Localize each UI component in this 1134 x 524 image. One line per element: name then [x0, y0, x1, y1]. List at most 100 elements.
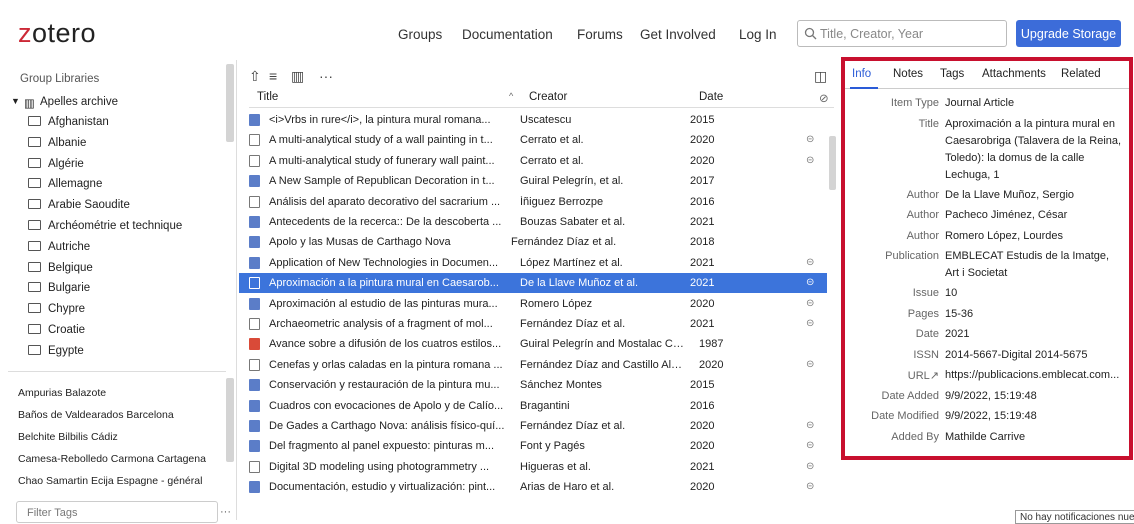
library-view-icon[interactable]: ▥ — [291, 68, 304, 85]
item-row[interactable]: A multi-analytical study of funerary wal… — [239, 151, 827, 171]
tag-line[interactable]: Baños de Valdearados Barcelona — [18, 409, 174, 421]
collections-scrollbar[interactable] — [226, 64, 234, 142]
item-row[interactable]: <i>Vrbs in rure</i>, la pintura mural ro… — [239, 110, 827, 130]
attachment-icon[interactable]: ⊝ — [806, 155, 814, 166]
item-date: 2021 — [690, 460, 715, 473]
zotero-logo[interactable]: zotero — [18, 18, 96, 49]
tag-line[interactable]: Belchite Bilbilis Cádiz — [18, 431, 118, 443]
more-icon[interactable]: ··· — [319, 68, 333, 84]
item-title: A multi-analytical study of a wall paint… — [269, 134, 493, 147]
item-row[interactable]: Antecedents de la recerca:: De la descob… — [239, 212, 827, 232]
item-row[interactable]: Del fragmento al panel expuesto: pintura… — [239, 436, 827, 456]
journal-article-icon — [249, 297, 260, 310]
search-input[interactable]: Title, Creator, Year — [797, 20, 1007, 47]
item-row[interactable]: Apolo y las Musas de Carthago Nova Fernán… — [239, 232, 827, 252]
item-row[interactable]: Documentación, estudio y virtualización:… — [239, 477, 827, 497]
collection-label: Allemagne — [48, 178, 103, 191]
item-date: 2021 — [690, 277, 715, 290]
items-scrollbar[interactable] — [829, 136, 836, 190]
collection-item[interactable]: Arabie Saoudite — [8, 195, 226, 215]
collection-item[interactable]: Croatie — [8, 320, 226, 340]
item-row[interactable]: Conservación y restauración de la pintur… — [239, 375, 827, 395]
tags-scrollbar[interactable] — [226, 378, 234, 462]
highlight-box — [841, 57, 1133, 460]
collection-item[interactable]: Chypre — [8, 299, 226, 319]
folder-icon — [28, 324, 41, 334]
nav-forums[interactable]: Forums — [577, 27, 623, 42]
item-creator: Sánchez Montes — [520, 379, 602, 392]
collection-item[interactable]: Bulgarie — [8, 278, 226, 298]
attachment-column-icon[interactable]: ⊘ — [819, 91, 829, 105]
attachment-icon[interactable]: ⊝ — [806, 298, 814, 309]
list-icon[interactable]: ≡ — [269, 68, 277, 84]
collection-item[interactable]: Albanie — [8, 133, 226, 153]
tag-line[interactable]: Camesa-Rebolledo Carmona Cartagena — [18, 453, 206, 465]
folder-icon — [28, 303, 41, 314]
collection-item[interactable]: Allemagne — [8, 174, 226, 194]
item-creator: Bouzas Sabater et al. — [520, 216, 626, 228]
column-title[interactable]: Title — [257, 91, 278, 103]
attachment-icon[interactable]: ⊝ — [806, 359, 814, 370]
column-date[interactable]: Date — [699, 91, 723, 103]
item-title: A multi-analytical study of funerary wal… — [269, 154, 495, 167]
attachment-icon[interactable]: ⊝ — [806, 420, 814, 431]
item-row[interactable]: A New Sample of Republican Decoration in… — [239, 171, 827, 191]
item-title: De Gades a Carthago Nova: análisis físic… — [269, 420, 505, 432]
item-title: Del fragmento al panel expuesto: pintura… — [269, 440, 495, 453]
attachment-icon[interactable]: ⊝ — [806, 481, 814, 492]
item-date: 1987 — [699, 338, 724, 351]
item-row[interactable]: A multi-analytical study of a wall paint… — [239, 130, 827, 150]
item-row[interactable]: Digital 3D modeling using photogrammetry… — [239, 457, 827, 477]
item-row[interactable]: Aproximación al estudio de las pinturas … — [239, 294, 827, 314]
attachment-icon[interactable]: ⊝ — [806, 440, 814, 451]
nav-documentation[interactable]: Documentation — [462, 27, 553, 42]
columns-icon[interactable]: ◫ — [814, 68, 827, 85]
collection-item[interactable]: Autriche — [8, 237, 226, 257]
item-creator: Romero López — [520, 297, 593, 310]
item-row[interactable]: Aproximación a la pintura mural en Caesa… — [239, 273, 827, 294]
collection-item[interactable]: Belgique — [8, 258, 226, 278]
tag-line[interactable]: Chao Samartin Ecija Espagne - général — [18, 475, 202, 487]
sort-asc-icon[interactable]: ^ — [509, 91, 513, 101]
item-row[interactable]: Cenefas y orlas caladas en la pintura ro… — [239, 355, 827, 375]
item-date: 2016 — [690, 399, 715, 412]
item-row[interactable]: Análisis del aparato decorativo del sacr… — [239, 192, 827, 212]
collection-item[interactable]: Algérie — [8, 154, 226, 174]
nav-get-involved[interactable]: Get Involved — [640, 27, 716, 42]
item-row[interactable]: Cuadros con evocaciones de Apolo y de Ca… — [239, 396, 827, 416]
folder-icon — [28, 344, 41, 355]
item-creator: Cerrato et al. — [520, 154, 584, 167]
search-placeholder: Title, Creator, Year — [820, 27, 924, 41]
collection-label: Afghanistan — [48, 116, 109, 128]
collection-item[interactable]: Egypte — [8, 341, 226, 361]
item-creator: Higueras et al. — [520, 460, 591, 473]
nav-groups[interactable]: Groups — [398, 27, 442, 42]
folder-icon — [28, 136, 41, 147]
collection-label: Arabie Saoudite — [48, 199, 130, 212]
journal-article-icon — [249, 216, 260, 228]
item-date: 2020 — [699, 358, 724, 371]
item-row[interactable]: Archaeometric analysis of a fragment of … — [239, 314, 827, 334]
tag-actions-button[interactable]: ··· — [220, 506, 231, 518]
item-title: A New Sample of Republican Decoration in… — [269, 175, 495, 188]
item-date: 2020 — [690, 134, 715, 147]
column-creator[interactable]: Creator — [529, 91, 567, 103]
item-row[interactable]: De Gades a Carthago Nova: análisis físic… — [239, 416, 827, 436]
attachment-icon[interactable]: ⊝ — [806, 257, 814, 268]
group-apelles-archive[interactable]: ▼ ▥ Apelles archive — [8, 92, 226, 112]
collection-item[interactable]: Afghanistan — [8, 112, 226, 132]
upload-icon[interactable]: ⇧ — [249, 68, 261, 85]
tag-line[interactable]: Ampurias Balazote — [18, 387, 106, 399]
attachment-icon[interactable]: ⊝ — [806, 134, 814, 145]
collection-item[interactable]: Archéométrie et technique — [8, 216, 226, 236]
folder-icon — [28, 240, 41, 251]
attachment-icon[interactable]: ⊝ — [806, 318, 814, 329]
chevron-down-icon[interactable]: ▼ — [11, 96, 20, 106]
attachment-icon[interactable]: ⊝ — [806, 277, 814, 288]
journal-article-icon — [249, 420, 260, 432]
upgrade-storage-button[interactable]: Upgrade Storage — [1016, 20, 1121, 47]
item-row[interactable]: Avance sobre a difusión de los cuatros e… — [239, 334, 827, 354]
nav-log-in[interactable]: Log In — [739, 27, 777, 42]
item-row[interactable]: Application of New Technologies in Docum… — [239, 253, 827, 273]
attachment-icon[interactable]: ⊝ — [806, 461, 814, 472]
